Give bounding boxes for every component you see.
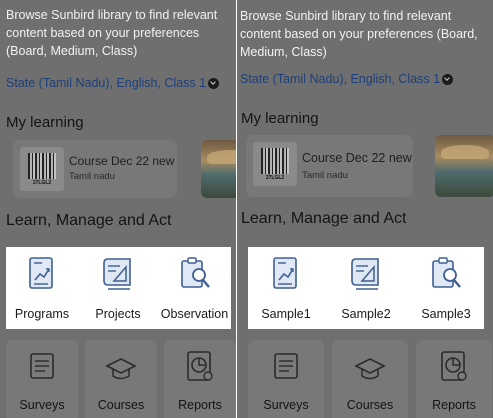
tile-label: Surveys [263,398,309,412]
qr-code-label: 27LGL2 [265,175,285,181]
qr-code-icon: 27LGL2 [20,147,64,191]
courses-graduation-cap-icon [354,358,386,380]
tile-programs[interactable]: Programs [6,247,78,329]
preferences-label: State (Tamil Nadu), English, Class 1 [240,72,441,86]
course-subtitle: Tamil nadu [69,171,115,182]
qr-code-icon: 27LGL2 [253,142,297,186]
course-thumbnail [201,140,236,198]
section-title: Learn, Manage and Act [6,212,172,229]
bottom-tiles-row: Surveys Courses Reports [248,340,493,418]
my-learning-title: My learning [241,110,319,127]
tile-surveys[interactable]: Surveys [248,340,324,418]
tile-label: Reports [432,398,476,412]
right-screen: Browse Sunbird library to find relevant … [237,0,493,418]
intro-text: Browse Sunbird library to find relevant … [6,8,218,58]
tile-label: Sample3 [421,307,471,321]
intro-text: Browse Sunbird library to find relevant … [240,9,478,59]
chevron-down-icon[interactable] [208,78,220,89]
tile-courses[interactable]: Courses [85,340,157,418]
left-screen: Browse Sunbird library to find relevant … [0,0,236,418]
tile-sample1[interactable]: Sample1 [248,247,324,329]
chevron-down-icon[interactable] [442,74,454,85]
course-subtitle: Tamil nadu [302,170,348,181]
projects-blueprint-icon [351,258,379,290]
tile-label: Surveys [19,398,65,412]
tile-label: Observation [160,307,229,321]
tile-reports[interactable]: Reports [416,340,492,418]
course-card-partial[interactable] [427,135,493,197]
tile-reports[interactable]: Reports [164,340,236,418]
tile-label: Sample1 [261,307,311,321]
projects-blueprint-icon [103,258,131,290]
bottom-tiles-row: Surveys Courses Reports [6,340,236,418]
reports-chart-icon [441,351,467,381]
preferences-label: State (Tamil Nadu), English, Class 1 [6,76,207,90]
qr-code-label: 27LGL2 [32,180,52,186]
tile-projects[interactable]: Projects [82,247,154,329]
tile-courses[interactable]: Courses [332,340,408,418]
reports-chart-icon [187,351,213,381]
programs-document-icon [29,257,53,289]
tile-label: Courses [346,398,394,412]
preferences-link[interactable]: State (Tamil Nadu), English, Class 1 [240,72,454,86]
programs-document-icon [273,257,297,289]
tiles-row: Sample1 Sample2 Sample3 [248,247,484,329]
course-title: Course Dec 22 new [302,151,412,165]
section-title: Learn, Manage and Act [241,210,407,227]
course-card-partial[interactable] [193,140,236,198]
course-card[interactable]: 27LGL2 Course Dec 22 new Tamil nadu [13,140,177,198]
observation-magnifier-icon [180,257,210,288]
tile-label: Courses [97,398,145,412]
course-card[interactable]: 27LGL2 Course Dec 22 new Tamil nadu [246,135,413,197]
tile-label: Projects [95,307,141,321]
tile-sample3[interactable]: Sample3 [408,247,484,329]
preferences-link[interactable]: State (Tamil Nadu), English, Class 1 [6,76,220,90]
tile-label: Reports [178,398,222,412]
surveys-clipboard-icon [274,353,298,379]
observation-magnifier-icon [432,257,461,288]
tile-label: Programs [14,307,70,321]
tile-sample2[interactable]: Sample2 [328,247,404,329]
surveys-clipboard-icon [30,353,54,379]
courses-graduation-cap-icon [105,358,137,380]
tile-observation[interactable]: Observation [158,247,231,329]
tile-surveys[interactable]: Surveys [6,340,78,418]
course-title: Course Dec 22 new [69,154,175,168]
my-learning-title: My learning [6,114,84,131]
tiles-row: Programs Projects Observation [6,247,231,329]
tile-label: Sample2 [341,307,391,321]
course-thumbnail [435,135,493,197]
